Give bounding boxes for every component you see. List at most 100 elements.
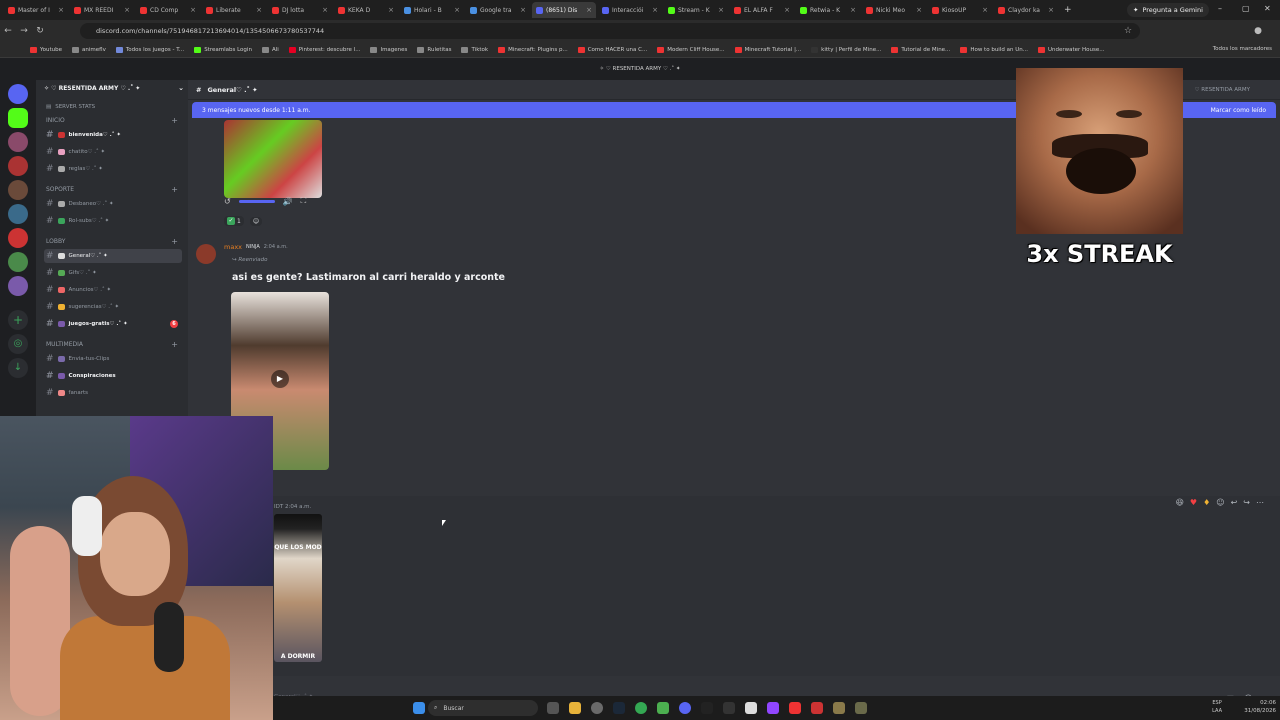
chrome-icon[interactable] (635, 702, 647, 714)
add-channel-icon[interactable]: + (171, 237, 178, 246)
bookmark-item[interactable]: Streamlabs Login (194, 46, 252, 53)
tab-close-icon[interactable]: × (256, 6, 262, 14)
browser-tab[interactable]: DJ lotta × (268, 2, 332, 18)
tab-close-icon[interactable]: × (982, 6, 988, 14)
bookmark-item[interactable]: Como HACER una C... (577, 46, 647, 53)
avatar[interactable] (196, 244, 216, 264)
bookmark-item[interactable]: Underwater House... (1037, 46, 1105, 53)
channel-item[interactable]: # Anuncios♡ .˚ ✦ (44, 283, 182, 297)
capcut-icon[interactable] (701, 702, 713, 714)
browser-tab[interactable]: Holari - B × (400, 2, 464, 18)
browser-tab[interactable]: CD Comp × (136, 2, 200, 18)
tab-close-icon[interactable]: × (520, 6, 526, 14)
tab-close-icon[interactable]: × (454, 6, 460, 14)
bookmark-item[interactable]: Tiktok (461, 46, 488, 53)
tab-close-icon[interactable]: × (586, 6, 592, 14)
username[interactable]: IDT (274, 504, 283, 510)
app-icon[interactable] (855, 702, 867, 714)
add-channel-icon[interactable]: + (171, 185, 178, 194)
bookmark-item[interactable]: Minecraft Tutorial |... (734, 46, 801, 53)
browser-tab[interactable]: Claydor ka × (994, 2, 1058, 18)
tab-close-icon[interactable]: × (322, 6, 328, 14)
tab-close-icon[interactable]: × (652, 6, 658, 14)
windows-start-icon[interactable] (413, 702, 425, 714)
channel-item[interactable]: # sugerencias♡ .˚ ✦ (44, 300, 182, 314)
task-view-icon[interactable] (547, 702, 559, 714)
explore-icon[interactable]: ◎ (8, 334, 28, 354)
opera-icon[interactable] (789, 702, 801, 714)
add-reaction-icon[interactable]: ☺ (1216, 498, 1224, 507)
tab-close-icon[interactable]: × (718, 6, 724, 14)
browser-tab[interactable]: KEKA D × (334, 2, 398, 18)
category-header[interactable]: LOBBY + (46, 237, 178, 246)
video-attachment[interactable]: QUE LOS MOD A DORMIR (274, 514, 322, 662)
server-stats-item[interactable]: ▤ SERVER STATS (44, 100, 182, 114)
video-attachment[interactable] (224, 120, 322, 198)
close-window-icon[interactable]: ✕ (1264, 4, 1271, 13)
bookmark-item[interactable]: Pinterest: descubre l... (288, 46, 360, 53)
server-icon[interactable] (8, 180, 28, 200)
file-explorer-icon[interactable] (569, 702, 581, 714)
bookmark-item[interactable]: Ruletitas (417, 46, 451, 53)
fullscreen-icon[interactable]: ⛶ (301, 196, 307, 206)
download-icon[interactable]: ↓ (8, 358, 28, 378)
app-icon[interactable] (723, 702, 735, 714)
browser-tab[interactable]: Retwia - K × (796, 2, 860, 18)
more-icon[interactable]: ⋯ (1256, 498, 1264, 507)
add-server-icon[interactable]: + (8, 310, 28, 330)
tab-close-icon[interactable]: × (388, 6, 394, 14)
bookmark-item[interactable]: animeflv (72, 46, 106, 53)
server-icon[interactable] (8, 156, 28, 176)
add-channel-icon[interactable]: + (171, 340, 178, 349)
twitch-icon[interactable] (767, 702, 779, 714)
channel-item[interactable]: # Conspiraciones (44, 369, 182, 383)
play-icon[interactable]: ▶ (271, 370, 289, 388)
channel-item[interactable]: # fanarts (44, 386, 182, 400)
reply-icon[interactable]: ↩ (1231, 498, 1238, 507)
server-icon[interactable] (8, 108, 28, 128)
tab-close-icon[interactable]: × (124, 6, 130, 14)
browser-tab[interactable]: Interacciói × (598, 2, 662, 18)
channel-item[interactable]: # juegos-gratis♡ .˚ ✦ 6 (44, 317, 182, 331)
bookmark-item[interactable]: Todos los juegos - T... (115, 46, 184, 53)
taskbar-search[interactable]: ⌕ Buscar (428, 700, 538, 716)
heart-icon[interactable]: ♥ (1190, 498, 1197, 507)
language-indicator[interactable]: ESP LAA (1212, 699, 1222, 715)
clock[interactable]: 02:06 31/08/2026 (1244, 699, 1276, 715)
minecraft-icon[interactable] (657, 702, 669, 714)
mark-read-button[interactable]: Marcar como leído (1211, 107, 1266, 114)
dm-home-icon[interactable] (8, 84, 28, 104)
volume-icon[interactable]: 🔊 (283, 197, 293, 206)
category-header[interactable]: INICIO + (46, 116, 178, 125)
maximize-icon[interactable]: ▢ (1242, 4, 1250, 13)
volume-slider[interactable] (238, 199, 275, 203)
tab-close-icon[interactable]: × (1048, 6, 1054, 14)
forward-icon[interactable]: → (16, 26, 32, 36)
channel-item[interactable]: # Rol-subs♡ .˚ ✦ (44, 214, 182, 228)
bookmark-item[interactable]: Ali (261, 46, 279, 53)
tab-close-icon[interactable]: × (850, 6, 856, 14)
notepad-icon[interactable] (745, 702, 757, 714)
channel-item[interactable]: # chatito♡ .˚ ✦ (44, 145, 182, 159)
forward-icon[interactable]: ↪ (1243, 498, 1250, 507)
channel-item[interactable]: # bienvenida♡ .˚ ✦ (44, 128, 182, 142)
browser-tab[interactable]: KiosoUP × (928, 2, 992, 18)
server-icon[interactable] (8, 204, 28, 224)
gemini-button[interactable]: ✦ Pregunta a Gemini (1127, 3, 1209, 17)
app-icon[interactable] (833, 702, 845, 714)
back-icon[interactable]: ← (0, 26, 16, 36)
tab-close-icon[interactable]: × (58, 6, 64, 14)
all-bookmarks-link[interactable]: Todos los marcadores (1213, 46, 1272, 52)
replay-icon[interactable]: ↺ (224, 197, 231, 206)
bookmark-item[interactable]: Minecraft: Plugins p... (498, 46, 568, 53)
browser-tab[interactable]: EL ALFA F × (730, 2, 794, 18)
url-input[interactable]: discord.com/channels/751946817213694014/… (80, 23, 1140, 39)
channel-item[interactable]: # reglas♡ .˚ ✦ (44, 162, 182, 176)
fire-icon[interactable]: ♦ (1203, 498, 1210, 507)
app-icon[interactable] (811, 702, 823, 714)
add-reaction-button[interactable]: ☺ (249, 216, 263, 226)
server-icon[interactable] (8, 132, 28, 152)
browser-tab[interactable]: Stream - K × (664, 2, 728, 18)
browser-tab[interactable]: MX REEDI × (70, 2, 134, 18)
server-icon[interactable] (8, 276, 28, 296)
